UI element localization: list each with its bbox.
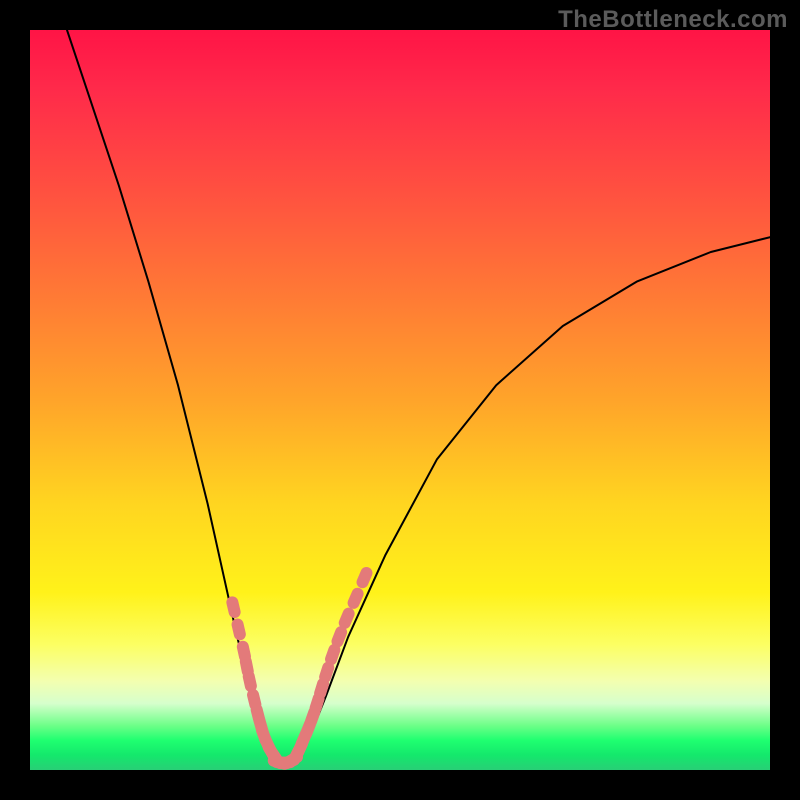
chart-svg — [30, 30, 770, 770]
watermark-text: TheBottleneck.com — [558, 6, 788, 34]
plot-area — [30, 30, 770, 770]
chart-frame: TheBottleneck.com — [0, 0, 800, 800]
curve-line — [67, 30, 770, 763]
marker-dots — [225, 565, 374, 770]
